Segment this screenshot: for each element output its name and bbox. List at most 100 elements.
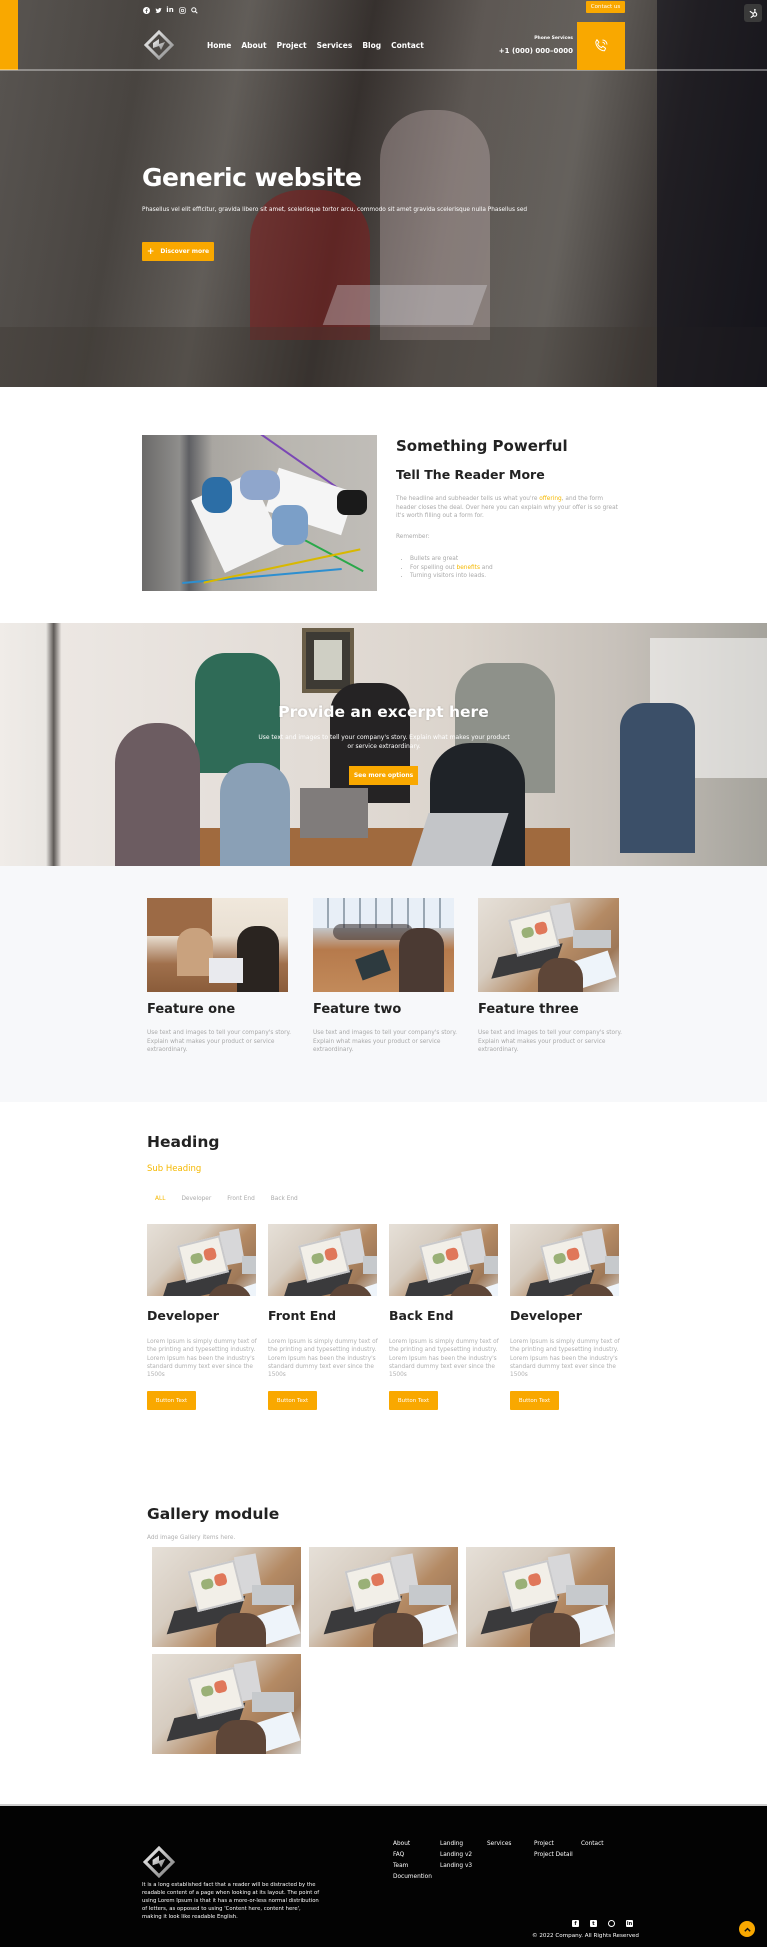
- main-nav: Home About Project Services Blog Contact: [207, 41, 424, 50]
- footer-social-links: f t in: [572, 1920, 633, 1927]
- gallery-subheading: Add image Gallery items here.: [147, 1535, 236, 1541]
- chevron-up-icon: [743, 1927, 751, 1932]
- nav-blog[interactable]: Blog: [362, 41, 381, 50]
- footer-column: Contact: [581, 1841, 604, 1847]
- portfolio-card-button[interactable]: Button Text: [510, 1391, 559, 1410]
- feature-card: [313, 898, 454, 992]
- footer-link-landing-v2[interactable]: Landing v2: [440, 1852, 472, 1858]
- header-social-links: in: [142, 6, 198, 14]
- portfolio-card: [510, 1224, 619, 1296]
- person: [240, 470, 280, 500]
- portfolio-image[interactable]: [510, 1224, 619, 1296]
- gallery-item[interactable]: [152, 1654, 301, 1754]
- backpack: [337, 490, 367, 515]
- hero-title: Generic website: [142, 163, 362, 192]
- footer-link-faq[interactable]: FAQ: [393, 1852, 432, 1858]
- hubspot-sprocket-icon[interactable]: [744, 4, 762, 22]
- footer-link-contact[interactable]: Contact: [581, 1841, 604, 1847]
- nav-services[interactable]: Services: [317, 41, 353, 50]
- filter-front-end[interactable]: Front End: [227, 1196, 255, 1202]
- footer-link-services[interactable]: Services: [487, 1841, 511, 1847]
- intro-title: Something Powerful: [396, 437, 568, 455]
- excerpt-body: Use text and images to tell your company…: [258, 734, 510, 750]
- nav-contact[interactable]: Contact: [391, 41, 424, 50]
- footer-link-about[interactable]: About: [393, 1841, 432, 1847]
- tablet: [484, 1256, 498, 1274]
- instagram-icon[interactable]: [178, 6, 186, 14]
- tablet: [605, 1256, 619, 1274]
- see-more-options-button[interactable]: See more options: [349, 766, 418, 785]
- gallery-item[interactable]: [152, 1547, 301, 1647]
- portfolio-heading: Heading: [147, 1133, 220, 1151]
- bullet-text: Turning visitors into leads.: [410, 573, 487, 579]
- footer-link-project[interactable]: Project: [534, 1841, 573, 1847]
- scroll-to-top-button[interactable]: [739, 1921, 755, 1937]
- hero-photo-laptop: [322, 285, 488, 325]
- footer-column: Services: [487, 1841, 511, 1847]
- twitter-icon[interactable]: [154, 6, 162, 14]
- facebook-icon[interactable]: [142, 6, 150, 14]
- hero-subtitle: Phasellus vel elit efficitur, gravida li…: [142, 207, 528, 213]
- nav-about[interactable]: About: [241, 41, 266, 50]
- gallery-item[interactable]: [309, 1547, 458, 1647]
- intro-subtitle: Tell The Reader More: [396, 467, 545, 482]
- facebook-icon[interactable]: f: [572, 1920, 579, 1927]
- footer-logo[interactable]: [142, 1845, 176, 1879]
- linkedin-icon[interactable]: in: [626, 1920, 633, 1927]
- gallery-item[interactable]: [466, 1547, 615, 1647]
- portfolio-image[interactable]: [389, 1224, 498, 1296]
- footer-link-landing[interactable]: Landing: [440, 1841, 472, 1847]
- intro-body: The headline and subheader tells us what…: [396, 495, 621, 521]
- portfolio-card-button[interactable]: Button Text: [389, 1391, 438, 1410]
- filter-back-end[interactable]: Back End: [271, 1196, 298, 1202]
- portfolio-image[interactable]: [147, 1224, 256, 1296]
- accent-bar: [0, 0, 18, 70]
- hands: [373, 1613, 423, 1647]
- portfolio-card-body: Lorem Ipsum is simply dummy text of the …: [389, 1339, 499, 1379]
- filter-all[interactable]: ALL: [155, 1196, 165, 1202]
- hands: [530, 1613, 580, 1647]
- offering-link[interactable]: offering: [539, 496, 561, 502]
- footer-link-project-detail[interactable]: Project Detail: [534, 1852, 573, 1858]
- portfolio-card-title: Developer: [147, 1308, 219, 1323]
- nav-project[interactable]: Project: [277, 41, 307, 50]
- footer-link-documentation[interactable]: Documention: [393, 1874, 432, 1880]
- footer-column: Landing Landing v2 Landing v3: [440, 1841, 472, 1869]
- intro-bullet-list: Bullets are great For spelling out benef…: [410, 555, 493, 581]
- person: [620, 703, 695, 853]
- benefits-link[interactable]: benefits: [457, 565, 480, 571]
- portfolio-card-button[interactable]: Button Text: [147, 1391, 196, 1410]
- footer-link-landing-v3[interactable]: Landing v3: [440, 1863, 472, 1869]
- tablet: [409, 1585, 451, 1605]
- feature-title: Feature two: [313, 1002, 402, 1017]
- nav-home[interactable]: Home: [207, 41, 231, 50]
- phone-icon: [595, 39, 608, 52]
- footer: [0, 1804, 767, 1947]
- portfolio-card-button[interactable]: Button Text: [268, 1391, 317, 1410]
- portfolio-filter-tabs: ALL Developer Front End Back End: [155, 1196, 298, 1202]
- search-icon[interactable]: [190, 6, 198, 14]
- footer-link-team[interactable]: Team: [393, 1863, 432, 1869]
- person: [115, 723, 200, 866]
- person: [177, 928, 213, 976]
- laptop: [300, 788, 368, 838]
- hero-photo-shadow: [657, 0, 767, 387]
- portfolio-image[interactable]: [268, 1224, 377, 1296]
- linkedin-icon[interactable]: in: [166, 6, 174, 14]
- person: [237, 926, 279, 992]
- discover-more-button[interactable]: + Discover more: [142, 242, 214, 261]
- bullet-text: For spelling out: [410, 564, 457, 571]
- phone-number[interactable]: +1 (000) 000–0000: [499, 47, 573, 55]
- filter-developer[interactable]: Developer: [181, 1196, 211, 1202]
- phone-call-button[interactable]: [577, 22, 625, 70]
- bullet-text: and: [479, 564, 493, 571]
- hands: [216, 1613, 266, 1647]
- hands: [216, 1720, 266, 1754]
- contact-us-button[interactable]: Contact us: [586, 1, 625, 13]
- twitter-icon[interactable]: t: [590, 1920, 597, 1927]
- feature-title: Feature three: [478, 1002, 579, 1017]
- site-logo[interactable]: [143, 29, 175, 61]
- instagram-icon[interactable]: [608, 1920, 615, 1927]
- portfolio-card-body: Lorem Ipsum is simply dummy text of the …: [268, 1339, 378, 1379]
- intro-remember: Remember:: [396, 534, 430, 540]
